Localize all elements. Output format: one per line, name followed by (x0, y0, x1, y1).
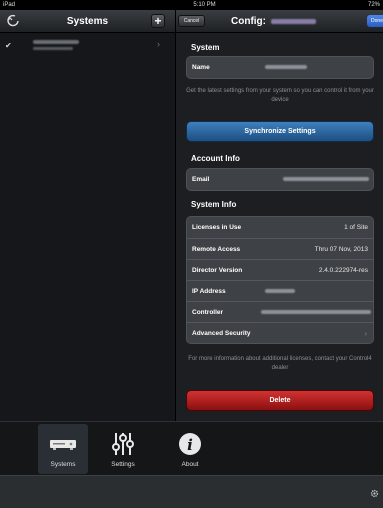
systems-navbar: Systems + (0, 10, 175, 33)
license-note: For more information about additional li… (188, 356, 372, 371)
synchronize-settings-button[interactable]: Synchronize Settings (186, 121, 374, 142)
system-info-section-header: System Info (191, 200, 237, 209)
tab-about-label: About (181, 461, 199, 468)
tab-bar: Systems Settings i About (0, 421, 383, 475)
controller-value-redacted (261, 310, 371, 314)
ip-address-row: IP Address (187, 280, 373, 301)
advanced-security-row[interactable]: Advanced Security › (187, 322, 373, 343)
settings-icon (112, 433, 134, 455)
checkmark-icon: ✔ (5, 41, 12, 50)
ip-address-value-redacted (265, 289, 295, 293)
cancel-button[interactable]: Cancel (178, 15, 205, 27)
tab-settings[interactable]: Settings (98, 424, 148, 474)
done-button[interactable]: Done (367, 15, 383, 27)
system-list-item[interactable]: ✔ › (0, 37, 175, 59)
gear-icon[interactable] (370, 489, 379, 498)
about-icon: i (179, 433, 201, 455)
ip-address-label: IP Address (192, 288, 226, 295)
advanced-security-label: Advanced Security (192, 330, 251, 337)
tab-about[interactable]: i About (165, 424, 215, 474)
email-label: Email (192, 176, 210, 183)
licenses-value: 1 of Site (344, 224, 368, 231)
systems-icon (50, 440, 76, 450)
controller-row: Controller (187, 301, 373, 322)
svg-text:i: i (187, 436, 193, 454)
config-navbar: Cancel Config: Done (175, 10, 383, 33)
director-version-row: Director Version 2.4.0.222974-res (187, 259, 373, 280)
account-section-header: Account Info (191, 154, 240, 163)
name-label: Name (192, 64, 210, 71)
system-section-header: System (191, 43, 220, 52)
system-name-redacted (33, 40, 79, 44)
name-value-redacted (265, 65, 307, 69)
licenses-label: Licenses in Use (192, 224, 242, 231)
email-row[interactable]: Email (187, 169, 373, 190)
config-panel: System Name Get the latest settings from… (175, 33, 383, 421)
controller-label: Controller (192, 309, 224, 316)
remote-access-value: Thru 07 Nov, 2013 (314, 246, 368, 253)
tab-systems[interactable]: Systems (38, 424, 88, 474)
remote-access-label: Remote Access (192, 246, 241, 253)
systems-title: Systems (66, 16, 109, 27)
account-group: Email (186, 168, 374, 191)
name-row[interactable]: Name (187, 57, 373, 78)
config-system-name-redacted (271, 19, 316, 24)
remote-access-row: Remote Access Thru 07 Nov, 2013 (187, 238, 373, 259)
systems-list: ✔ › (0, 33, 175, 421)
sync-note: Get the latest settings from your system… (186, 88, 374, 103)
director-version-label: Director Version (192, 267, 243, 274)
delete-button[interactable]: Delete (186, 390, 374, 411)
config-title: Config: (231, 16, 266, 27)
email-value-redacted (283, 177, 369, 181)
tab-settings-label: Settings (111, 461, 135, 468)
status-bar: iPad 5:10 PM 72% (0, 0, 383, 10)
battery-label: 72% (367, 2, 380, 8)
system-address-redacted (33, 47, 73, 50)
director-version-value: 2.4.0.222974-res (318, 267, 368, 274)
licenses-row: Licenses in Use 1 of Site (187, 217, 373, 238)
chevron-right-icon: › (364, 329, 367, 338)
chevron-right-icon: › (157, 39, 160, 49)
add-system-button[interactable]: + (151, 14, 165, 28)
system-info-group: Licenses in Use 1 of Site Remote Access … (186, 216, 374, 344)
status-time: 5:10 PM (193, 2, 216, 8)
tab-systems-label: Systems (50, 461, 76, 468)
system-group: Name (186, 56, 374, 79)
bottom-bar (0, 475, 383, 508)
